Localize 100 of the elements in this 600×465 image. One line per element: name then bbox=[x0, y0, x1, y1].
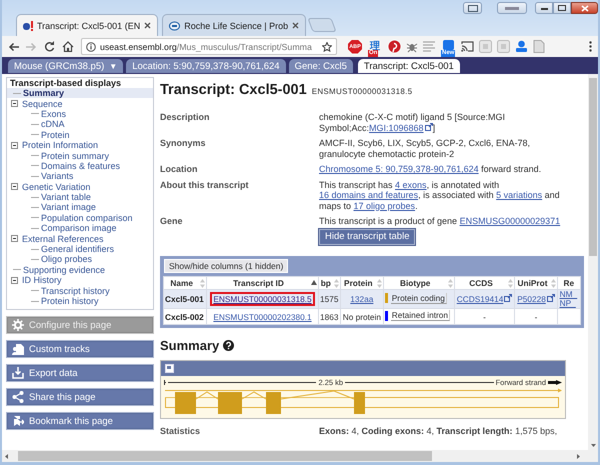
sidebar-item[interactable]: Domains & features bbox=[39, 160, 122, 171]
sort-icon bbox=[448, 278, 453, 288]
detail-label: About this transcript bbox=[160, 180, 250, 192]
sidebar-item[interactable]: Protein history bbox=[39, 296, 101, 306]
link[interactable]: 17 oligo probes bbox=[354, 200, 416, 210]
sidebar-item[interactable]: Comparison image bbox=[39, 223, 119, 234]
column-header[interactable]: CCDS bbox=[454, 276, 515, 290]
section-title: Summary bbox=[160, 338, 220, 353]
reload-icon[interactable] bbox=[44, 41, 55, 52]
column-header[interactable]: Biotype bbox=[383, 276, 454, 290]
menu-icon[interactable] bbox=[589, 41, 592, 52]
column-header[interactable]: Protein bbox=[340, 276, 384, 290]
collapse-icon[interactable] bbox=[11, 235, 18, 242]
browser-tab[interactable]: Transcript: Cxcl5-001 (EN bbox=[16, 14, 158, 36]
link[interactable]: ENSMUST00000031318.5 bbox=[210, 292, 315, 306]
sort-icon bbox=[200, 278, 206, 288]
maximize-icon bbox=[558, 5, 566, 11]
collapse-icon[interactable] bbox=[11, 276, 18, 284]
site-tab[interactable]: Transcript: Cxcl5-001 bbox=[358, 59, 460, 73]
sidebar-button[interactable]: Export data bbox=[6, 364, 154, 382]
sidebar-item[interactable]: Population comparison bbox=[39, 212, 135, 223]
sidebar-item[interactable]: Transcript history bbox=[39, 286, 112, 296]
hide-table-button[interactable]: Hide transcript table bbox=[319, 228, 416, 245]
link[interactable]: NM_ bbox=[560, 289, 578, 299]
external-link-icon[interactable] bbox=[504, 294, 512, 302]
browser-tab[interactable]: Roche Life Science | Prob bbox=[162, 14, 306, 36]
column-header[interactable]: Name bbox=[164, 276, 207, 290]
close-icon[interactable] bbox=[144, 22, 152, 29]
sidebar-item[interactable]: Variants bbox=[39, 171, 76, 182]
sidebar-item[interactable]: Supporting evidence bbox=[21, 264, 108, 275]
link[interactable]: MGI:1096868 bbox=[369, 122, 424, 132]
sidebar-item[interactable]: Sequence bbox=[20, 98, 65, 109]
sidebar-item[interactable]: Protein summary bbox=[39, 150, 112, 161]
sidebar-button[interactable]: Share this page bbox=[6, 388, 154, 406]
external-link-icon[interactable] bbox=[424, 122, 433, 130]
favicon-icon bbox=[169, 20, 180, 30]
sidebar-item[interactable]: Oligo probes bbox=[39, 254, 94, 264]
site-tab[interactable]: Gene: Cxcl5 bbox=[288, 59, 353, 73]
link[interactable]: NP_ bbox=[560, 298, 576, 308]
sort-icon bbox=[550, 278, 556, 288]
close-button[interactable] bbox=[571, 2, 598, 14]
external-link-icon[interactable] bbox=[546, 294, 555, 302]
sidebar-item[interactable]: General identifiers bbox=[39, 244, 116, 254]
link[interactable]: 16 domains and features bbox=[319, 190, 418, 200]
sidebar-item[interactable]: cDNA bbox=[39, 119, 67, 130]
link[interactable]: 5 variations bbox=[496, 190, 542, 200]
column-header[interactable]: UniProt bbox=[514, 276, 558, 290]
close-icon[interactable] bbox=[292, 22, 300, 29]
detail-label: Statistics bbox=[160, 426, 202, 437]
window-button[interactable] bbox=[463, 2, 482, 14]
horizontal-scrollbar[interactable] bbox=[2, 450, 598, 465]
sidebar-item[interactable]: Variant table bbox=[39, 192, 93, 202]
site-tab[interactable]: Location: 5:90,759,378-90,761,624 bbox=[126, 59, 286, 73]
table-cell: No protein bbox=[340, 308, 384, 324]
table-cell: 1863 bbox=[318, 308, 340, 324]
species-selector[interactable]: Mouse (GRCm38.p5) ▼ bbox=[8, 59, 124, 73]
sidebar-item[interactable]: Protein Information bbox=[20, 140, 100, 150]
collapse-icon[interactable] bbox=[11, 142, 18, 149]
scroll-right-icon[interactable] bbox=[577, 454, 580, 458]
link[interactable]: ENSMUSG00000029371 bbox=[460, 216, 560, 226]
sidebar-item[interactable]: Genetic Variation bbox=[20, 182, 92, 192]
sidebar-item[interactable]: Protein bbox=[39, 130, 72, 140]
detail-value: This transcript has 4 exons, is annotated with 16 domains and features, is associated with 5 variations and maps to 17 oligo probes. bbox=[319, 180, 561, 211]
sidebar-item[interactable]: Exons bbox=[39, 108, 68, 119]
vertical-scrollbar[interactable] bbox=[588, 74, 598, 450]
scroll-left-icon[interactable] bbox=[5, 454, 8, 458]
back-icon[interactable] bbox=[8, 42, 19, 52]
detail-value: AMCF-II, Scyb6, LIX, Scyb5, GCP-2, Cxcl6, ENA-78, granulocyte chemotactic protein-2 bbox=[319, 138, 532, 159]
collapse-icon[interactable] bbox=[11, 183, 18, 190]
link[interactable]: Chromosome 5: 90,759,378-90,761,624 bbox=[319, 164, 479, 174]
pin-icon[interactable] bbox=[388, 40, 401, 53]
star-icon[interactable] bbox=[322, 42, 332, 52]
minimize-button[interactable] bbox=[535, 2, 553, 14]
window-icon bbox=[468, 4, 478, 12]
detail-label: Synonyms bbox=[160, 138, 207, 150]
cast-icon[interactable] bbox=[461, 41, 474, 52]
info-icon bbox=[86, 42, 96, 52]
bar-icon bbox=[505, 6, 519, 10]
maximize-button[interactable] bbox=[553, 2, 571, 14]
home-icon[interactable] bbox=[62, 41, 74, 52]
link[interactable]: 4 exons bbox=[395, 180, 427, 190]
scroll-down-icon[interactable] bbox=[590, 444, 596, 447]
detail-value: This transcript is a product of gene ENSMUSG00000029371 bbox=[319, 216, 562, 226]
window-button[interactable] bbox=[497, 2, 527, 14]
columns-button[interactable]: Show/hide columns (1 hidden) bbox=[164, 259, 288, 273]
sidebar-button[interactable]: Custom tracks bbox=[6, 340, 154, 358]
sidebar-item[interactable]: Variant image bbox=[39, 202, 98, 212]
sidebar-item[interactable]: External References bbox=[20, 234, 106, 244]
detail-label: Description bbox=[160, 112, 211, 124]
page-title: Transcript: Cxcl5-001 bbox=[160, 81, 307, 99]
help-icon[interactable] bbox=[223, 340, 234, 351]
column-header[interactable]: bp bbox=[318, 276, 340, 290]
person-icon[interactable] bbox=[515, 40, 528, 53]
address-field[interactable]: useast.ensembl.org/Mus_musculus/Transcript/Summa bbox=[81, 38, 337, 55]
collapse-icon[interactable] bbox=[11, 100, 18, 108]
column-header[interactable]: Transcript ID bbox=[206, 276, 318, 290]
bug-icon[interactable] bbox=[406, 40, 418, 52]
sidebar-button[interactable]: Bookmark this page bbox=[6, 412, 154, 430]
image-icon[interactable] bbox=[165, 364, 174, 373]
sidebar-item[interactable]: ID History bbox=[20, 275, 64, 286]
